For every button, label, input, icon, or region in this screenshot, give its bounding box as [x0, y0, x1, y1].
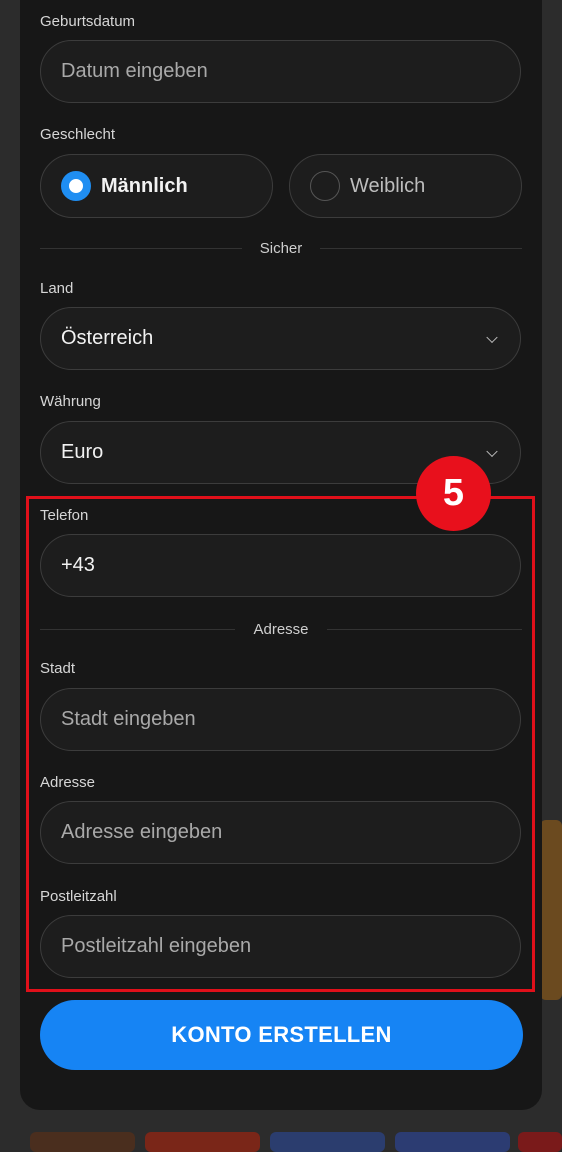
background-game-thumbnail	[395, 1132, 510, 1152]
chevron-down-icon	[486, 445, 497, 456]
section-divider-secure: Sicher	[40, 238, 522, 258]
background-game-thumbnail	[540, 820, 562, 1000]
gender-option-male[interactable]: Männlich	[40, 154, 273, 218]
birthdate-input[interactable]: Datum eingeben	[40, 40, 521, 103]
country-label: Land	[40, 280, 73, 297]
birthdate-label: Geburtsdatum	[40, 13, 135, 30]
gender-option-label: Weiblich	[350, 175, 425, 198]
background-game-thumbnail	[518, 1132, 562, 1152]
country-value: Österreich	[61, 327, 153, 350]
gender-label: Geschlecht	[40, 126, 115, 143]
section-title: Sicher	[242, 240, 321, 257]
country-select[interactable]: Österreich	[40, 307, 521, 370]
background-game-thumbnail	[145, 1132, 260, 1152]
currency-value: Euro	[61, 441, 103, 464]
background-game-thumbnail	[270, 1132, 385, 1152]
radio-unselected-icon	[310, 171, 340, 201]
step-number-badge: 5	[416, 456, 491, 531]
gender-option-label: Männlich	[101, 175, 188, 198]
create-account-button[interactable]: KONTO ERSTELLEN	[40, 1000, 523, 1070]
gender-option-female[interactable]: Weiblich	[289, 154, 522, 218]
background-game-thumbnail	[30, 1132, 135, 1152]
chevron-down-icon	[486, 331, 497, 342]
radio-selected-icon	[61, 171, 91, 201]
annotation-highlight-box	[26, 496, 535, 992]
currency-label: Währung	[40, 393, 101, 410]
